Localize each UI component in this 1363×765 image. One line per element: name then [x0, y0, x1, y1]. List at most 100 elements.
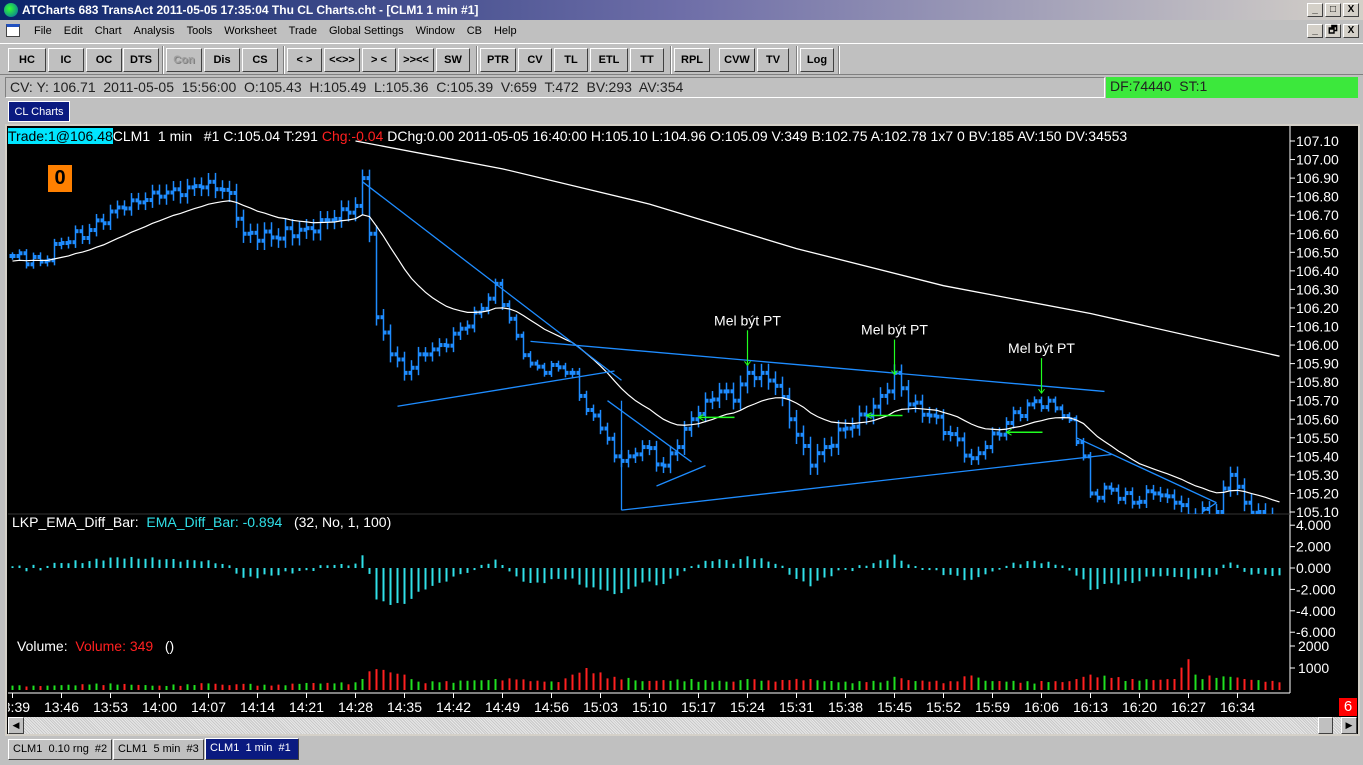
menu-file[interactable]: File — [28, 25, 58, 37]
toolbar-button-con[interactable]: Con — [166, 48, 202, 72]
bar-close — [1006, 420, 1010, 425]
child-minimize-button[interactable]: _ — [1307, 24, 1323, 38]
bar-open — [1059, 406, 1063, 411]
bar-open — [254, 230, 258, 235]
child-restore-button[interactable]: 🗗 — [1325, 24, 1341, 38]
menu-help[interactable]: Help — [488, 25, 523, 37]
bar-open — [142, 200, 146, 205]
bottom-tab[interactable]: CLM1 5 min #3 — [113, 739, 204, 760]
price-bar — [723, 382, 730, 401]
price-bar — [205, 172, 212, 197]
bar-close — [1034, 399, 1038, 404]
price-bar — [23, 249, 30, 269]
time-tick-label: 15:38 — [828, 699, 863, 715]
bar-close — [824, 445, 828, 450]
bar-open — [100, 218, 104, 223]
bar-close — [915, 400, 919, 405]
price-tick-label: 105.60 — [1296, 411, 1339, 427]
maximize-button[interactable]: □ — [1325, 3, 1341, 17]
price-bar — [464, 320, 471, 335]
menu-cb[interactable]: CB — [461, 25, 488, 37]
menu-chart[interactable]: Chart — [89, 25, 128, 37]
toolbar-button-etl[interactable]: ETL — [590, 48, 628, 72]
volume-tick-label: 2000 — [1298, 638, 1329, 654]
bar-open — [709, 398, 713, 403]
menu-analysis[interactable]: Analysis — [128, 25, 181, 37]
bottom-tab[interactable]: CLM1 1 min #1 — [205, 738, 299, 760]
bar-open — [184, 193, 188, 198]
bar-close — [278, 236, 282, 241]
bar-open — [1129, 491, 1133, 496]
price-bar — [576, 367, 583, 401]
horizontal-scrollbar[interactable]: ◀ ▶ — [8, 717, 1357, 734]
bar-open — [1164, 493, 1168, 498]
header-change: Chg:-0.04 — [321, 128, 384, 144]
price-bar — [415, 346, 422, 376]
bar-close — [1174, 500, 1178, 505]
price-tick-label: 106.00 — [1296, 337, 1339, 353]
minimize-button[interactable]: _ — [1307, 3, 1323, 17]
price-bar — [1101, 482, 1108, 503]
price-tick-label: 107.00 — [1296, 152, 1339, 168]
toolbar-button-hc[interactable]: HC — [8, 48, 46, 72]
trade-status[interactable]: Trade:1@106.48 — [8, 128, 113, 144]
toolbar-button-cvw[interactable]: CVW — [719, 48, 755, 72]
child-close-button[interactable]: X — [1343, 24, 1359, 38]
menu-global-settings[interactable]: Global Settings — [323, 25, 410, 37]
toolbar-button-ic[interactable]: IC — [48, 48, 84, 72]
close-button[interactable]: X — [1343, 3, 1359, 17]
bar-open — [128, 206, 132, 211]
bar-close — [369, 231, 373, 236]
menu-trade[interactable]: Trade — [283, 25, 323, 37]
price-bar — [471, 306, 478, 333]
bar-close — [292, 234, 296, 239]
toolbar-separator — [283, 46, 285, 74]
bar-open — [611, 436, 615, 441]
toolbar-button-sw[interactable]: SW — [436, 48, 470, 72]
menu-window[interactable]: Window — [410, 25, 461, 37]
toolbar-button-nav-8[interactable]: <<>> — [324, 48, 360, 72]
toolbar-button-oc[interactable]: OC — [86, 48, 122, 72]
toolbar-button-tl[interactable]: TL — [554, 48, 588, 72]
price-bar — [163, 184, 170, 205]
trendline — [621, 453, 1112, 511]
bar-open — [324, 218, 328, 223]
scroll-thumb[interactable] — [1318, 717, 1333, 734]
tab-cl-charts[interactable]: CL Charts — [8, 101, 70, 122]
bar-close — [222, 187, 226, 192]
toolbar-button-ptr[interactable]: PTR — [480, 48, 516, 72]
toolbar-button-dts[interactable]: DTS — [123, 48, 159, 72]
scroll-left-icon[interactable]: ◀ — [8, 717, 24, 734]
menu-worksheet[interactable]: Worksheet — [218, 25, 282, 37]
toolbar-button-nav-7[interactable]: < > — [287, 48, 322, 72]
price-bar — [107, 204, 114, 231]
bar-open — [989, 445, 993, 450]
toolbar-button-log[interactable]: Log — [800, 48, 834, 72]
price-bar — [450, 327, 457, 353]
chart-canvas[interactable]: 107.10 107.00 106.90 106.80 106.70 106.60 106.… — [8, 126, 1358, 716]
bar-close — [684, 426, 688, 431]
price-bar — [1017, 406, 1024, 422]
bar-open — [1150, 489, 1154, 494]
toolbar-button-cs[interactable]: CS — [242, 48, 278, 72]
toolbar-button-nav-9[interactable]: > < — [362, 48, 396, 72]
document-icon[interactable] — [6, 24, 20, 37]
toolbar-button-tt[interactable]: TT — [630, 48, 664, 72]
toolbar-button-cv[interactable]: CV — [518, 48, 552, 72]
bar-open — [303, 227, 307, 232]
toolbar-button-dis[interactable]: Dis — [204, 48, 240, 72]
price-bar — [1115, 484, 1122, 505]
menu-tools[interactable]: Tools — [181, 25, 219, 37]
toolbar-button-rpl[interactable]: RPL — [674, 48, 710, 72]
toolbar-button-nav-10[interactable]: >><< — [398, 48, 434, 72]
bar-close — [551, 362, 555, 367]
price-bar — [800, 425, 807, 456]
menu-edit[interactable]: Edit — [58, 25, 89, 37]
scroll-right-icon[interactable]: ▶ — [1341, 717, 1357, 734]
toolbar-button-tv[interactable]: TV — [757, 48, 789, 72]
bottom-tab[interactable]: CLM1 0.10 rng #2 — [8, 739, 112, 760]
bar-open — [471, 324, 475, 329]
bar-open — [842, 427, 846, 432]
price-bar — [835, 420, 842, 455]
volume-value: Volume: 349 — [75, 638, 154, 654]
